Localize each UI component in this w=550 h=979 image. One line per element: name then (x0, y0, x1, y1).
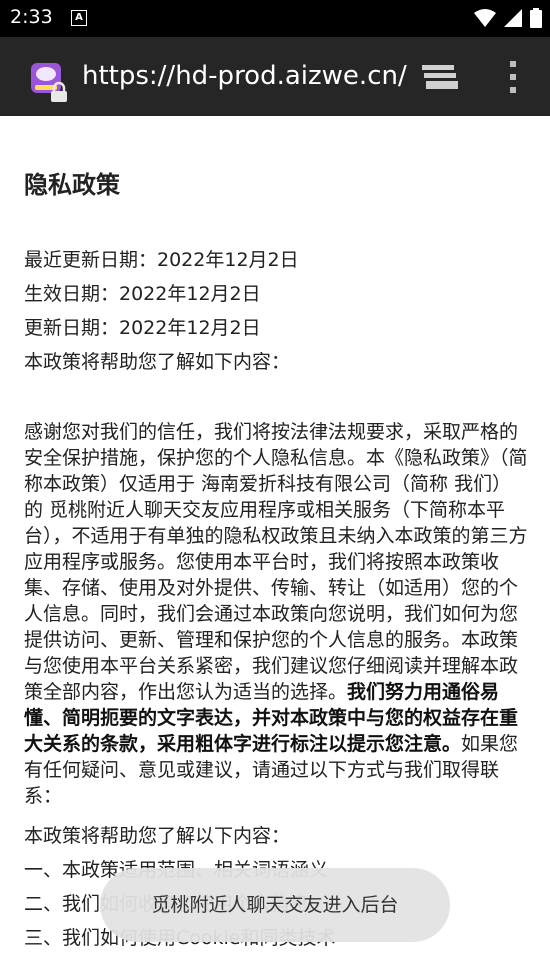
url-field[interactable]: https://hd-prod.aizwe.cn/ (82, 61, 407, 91)
notification-a-icon: A (71, 10, 87, 26)
intro-text: 本政策将帮助您了解如下内容： (24, 351, 291, 373)
last-updated: 最近更新日期：2022年12月2日 (24, 249, 299, 271)
effective-date: 生效日期：2022年12月2日 (24, 283, 261, 305)
tabs-icon[interactable] (421, 63, 459, 91)
policy-paragraph: 感谢您对我们的信任，我们将按法律法规要求，采取严格的安全保护措施，保护您的个人隐… (24, 419, 528, 809)
body-text: 感谢您对我们的信任，我们将按法律法规要求，采取严格的安全保护措施，保护您的个人隐… (24, 421, 528, 703)
update-date: 更新日期：2022年12月2日 (24, 317, 261, 339)
status-time: 2:33 (10, 6, 53, 28)
wifi-icon (473, 9, 496, 27)
battery-icon (530, 8, 542, 28)
page-title: 隐私政策 (24, 171, 120, 199)
lock-icon (51, 81, 67, 102)
toc-intro: 本政策将帮助您了解以下内容： (24, 825, 291, 847)
status-bar: 2:33 A (0, 0, 550, 37)
signal-icon (503, 9, 522, 27)
date-info: 最近更新日期：2022年12月2日 生效日期：2022年12月2日 更新日期：2… (24, 243, 528, 379)
browser-toolbar: https://hd-prod.aizwe.cn/ (0, 37, 550, 116)
page-content: 隐私政策 最近更新日期：2022年12月2日 生效日期：2022年12月2日 更… (24, 116, 528, 955)
overflow-menu-icon[interactable] (508, 61, 518, 93)
status-icons (472, 8, 542, 32)
toast-message: 觅桃附近人聊天交友进入后台 (100, 868, 450, 942)
